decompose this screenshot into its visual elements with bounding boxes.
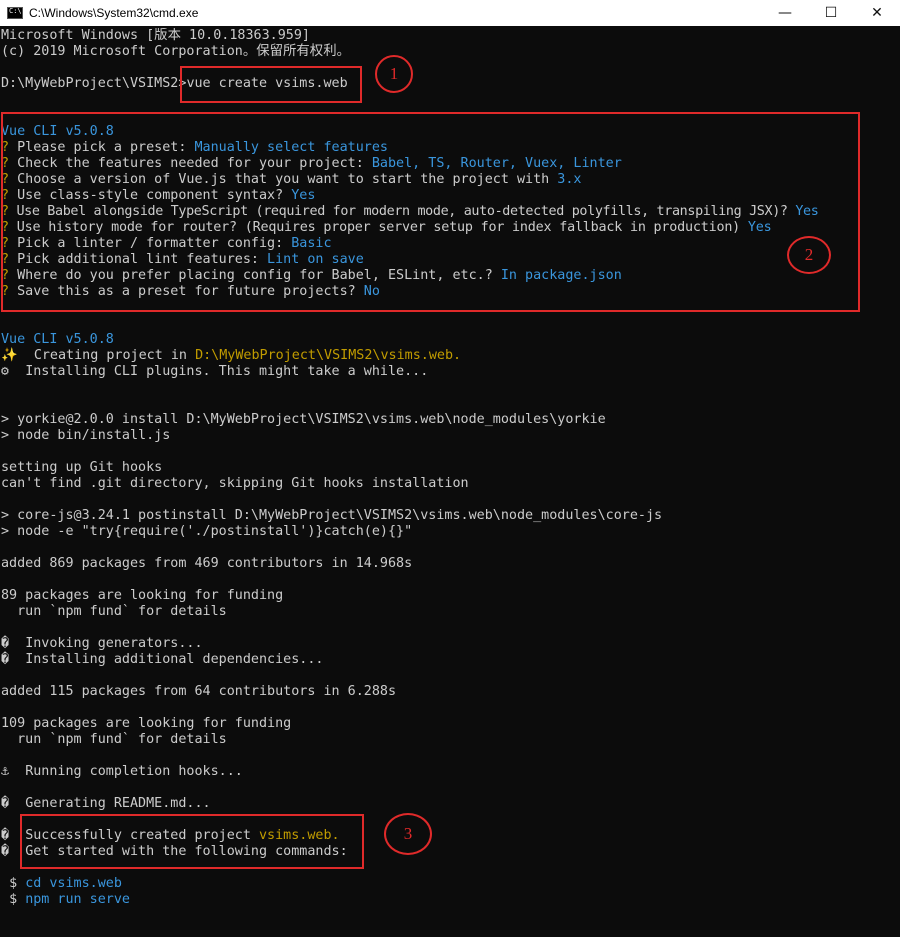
console-output[interactable]: Microsoft Windows [版本 10.0.18363.959] (c…	[0, 28, 900, 937]
question-mark: ?	[1, 236, 10, 251]
project-path: D:\MyWebProject\VSIMS2\vsims.web.	[195, 348, 462, 363]
funding-line-2: 109 packages are looking for funding	[1, 716, 292, 731]
question-2: ? Check the features needed for your pro…	[1, 156, 622, 171]
project-name: vsims.web.	[258, 828, 340, 843]
answer: Yes	[291, 188, 316, 203]
installing-deps-line: � Installing additional dependencies...	[1, 652, 324, 667]
answer: Yes	[795, 204, 819, 219]
question-mark: ?	[1, 140, 10, 155]
answer: Lint on save	[267, 252, 364, 267]
annotation-badge-3: 3	[384, 813, 432, 855]
answer: No	[363, 284, 380, 299]
answer: Manually select features	[194, 140, 388, 155]
cd-command: cd vsims.web	[25, 876, 122, 891]
question-6: ? Use history mode for router? (Requires…	[1, 220, 772, 235]
unknown-glyph-icon: �	[1, 636, 10, 651]
unknown-glyph-icon: �	[1, 652, 10, 667]
title-bar[interactable]: C:\ C:\Windows\System32\cmd.exe — ☐ ✕	[0, 0, 900, 26]
success-line: � Successfully created project vsims.web…	[1, 828, 340, 843]
dollar-sign: $	[9, 892, 18, 907]
question-mark: ?	[1, 188, 10, 203]
creating-project-line: ✨ Creating project in D:\MyWebProject\VS…	[1, 348, 462, 363]
vue-cli-version-1: Vue CLI v5.0.8	[1, 124, 114, 139]
git-hooks-line: setting up Git hooks	[1, 460, 163, 475]
question-mark: ?	[1, 204, 9, 219]
unknown-glyph-icon: �	[1, 828, 10, 843]
answer: Basic	[291, 236, 332, 251]
question-10: ? Save this as a preset for future proje…	[1, 284, 380, 299]
question-mark: ?	[1, 252, 10, 267]
question-5: ? Use Babel alongside TypeScript (requir…	[1, 204, 819, 219]
answer: Yes	[747, 220, 772, 235]
anchor-icon: ⚓	[1, 764, 10, 779]
close-button[interactable]: ✕	[854, 0, 900, 26]
corejs-postinstall-line: > core-js@3.24.1 postinstall D:\MyWebPro…	[1, 508, 663, 523]
node-postinstall-line: > node -e "try{require('./postinstall')}…	[1, 524, 413, 539]
funding-details-line-1: run `npm fund` for details	[1, 604, 227, 619]
get-started-line: � Get started with the following command…	[1, 844, 348, 859]
question-mark: ?	[1, 156, 10, 171]
question-4: ? Use class-style component syntax? Yes	[1, 188, 316, 203]
cd-command-line: $ cd vsims.web	[1, 876, 122, 892]
cmd-app-icon-text: C:\	[9, 7, 22, 15]
command-line: D:\MyWebProject\VSIMS2>vue create vsims.…	[1, 76, 348, 92]
maximize-button[interactable]: ☐	[808, 0, 854, 26]
answer: 3.x	[557, 172, 582, 187]
question-3: ? Choose a version of Vue.js that you wa…	[1, 172, 582, 187]
header-line-2: (c) 2019 Microsoft Corporation。保留所有权利。	[1, 44, 350, 59]
cmd-app-icon: C:\	[7, 7, 23, 19]
added-packages-line-1: added 869 packages from 469 contributors…	[1, 556, 413, 571]
question-7: ? Pick a linter / formatter config: Basi…	[1, 236, 332, 251]
prompt: D:\MyWebProject\VSIMS2>	[1, 76, 187, 91]
window-title: C:\Windows\System32\cmd.exe	[29, 6, 199, 20]
question-mark: ?	[1, 268, 10, 283]
serve-command-line: $ npm run serve	[1, 892, 130, 908]
git-skip-line: can't find .git directory, skipping Git …	[1, 476, 469, 491]
readme-line: � Generating README.md...	[1, 796, 211, 811]
yorkie-install-line: > yorkie@2.0.0 install D:\MyWebProject\V…	[1, 412, 606, 427]
gear-icon: ⚙	[1, 364, 10, 379]
invoking-generators-line: � Invoking generators...	[1, 636, 203, 651]
unknown-glyph-icon: �	[1, 796, 10, 811]
unknown-glyph-icon: �	[1, 844, 10, 859]
question-9: ? Where do you prefer placing config for…	[1, 268, 622, 283]
question-8: ? Pick additional lint features: Lint on…	[1, 252, 364, 267]
completion-hooks-line: ⚓ Running completion hooks...	[1, 764, 243, 779]
node-install-line: > node bin/install.js	[1, 428, 171, 443]
dollar-sign: $	[9, 876, 18, 891]
installing-plugins-line: ⚙ Installing CLI plugins. This might tak…	[1, 364, 429, 379]
header-line-1: Microsoft Windows [版本 10.0.18363.959]	[1, 28, 310, 43]
sparkles-icon: ✨	[1, 348, 18, 363]
minimize-button[interactable]: —	[762, 0, 808, 26]
funding-line-1: 89 packages are looking for funding	[1, 588, 284, 603]
serve-command: npm run serve	[25, 892, 130, 907]
annotation-badge-2: 2	[787, 236, 831, 274]
question-mark: ?	[1, 220, 9, 235]
annotation-badge-1: 1	[375, 55, 413, 93]
question-mark: ?	[1, 284, 10, 299]
vue-cli-version-2: Vue CLI v5.0.8	[1, 332, 114, 347]
question-1: ? Please pick a preset: Manually select …	[1, 140, 388, 155]
funding-details-line-2: run `npm fund` for details	[1, 732, 227, 747]
answer: Babel, TS, Router, Vuex, Linter	[371, 156, 622, 171]
added-packages-line-2: added 115 packages from 64 contributors …	[1, 684, 397, 699]
answer: In package.json	[500, 268, 622, 283]
question-mark: ?	[1, 172, 10, 187]
typed-command: vue create vsims.web	[186, 76, 348, 91]
